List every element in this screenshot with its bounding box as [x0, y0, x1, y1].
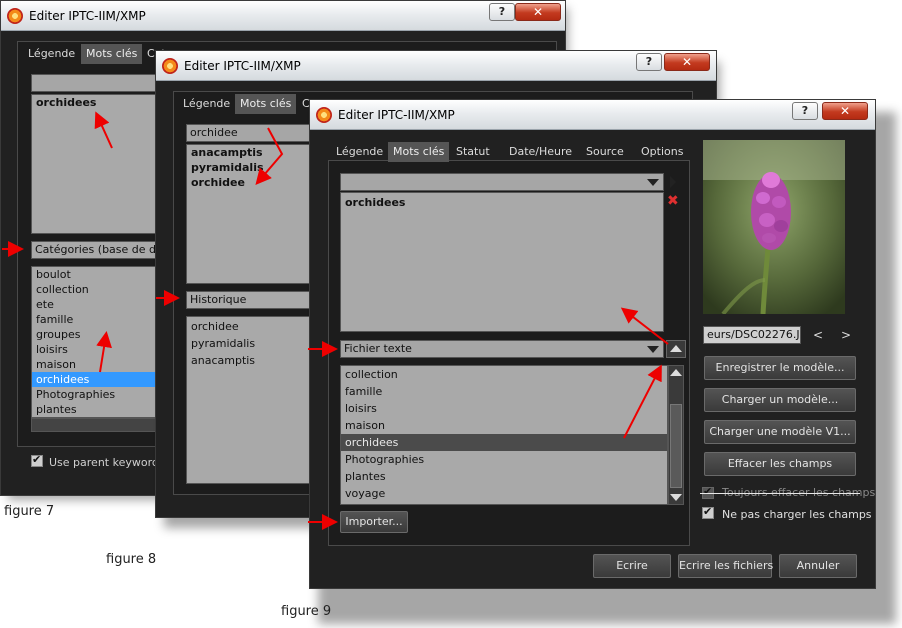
- list-item[interactable]: collection: [341, 366, 667, 383]
- help-button[interactable]: ?: [792, 102, 818, 120]
- chevron-down-icon: [647, 179, 659, 186]
- import-button[interactable]: Importer...: [340, 511, 408, 533]
- app-icon: [316, 107, 332, 123]
- list-item[interactable]: plantes: [32, 402, 156, 417]
- tab-legende[interactable]: Légende: [331, 142, 388, 162]
- list-item[interactable]: collection: [32, 282, 156, 297]
- window-9-titlebar[interactable]: Editer IPTC-IIM/XMP ? ✕: [310, 100, 875, 130]
- keyword-input[interactable]: orchidee: [186, 124, 311, 142]
- tab-source[interactable]: Source: [581, 142, 629, 162]
- list-item[interactable]: anacamptis: [187, 353, 310, 368]
- list-item[interactable]: orchidee: [187, 319, 310, 334]
- orchid-photo: [703, 140, 845, 314]
- list-item[interactable]: orchidee: [187, 175, 310, 190]
- tab-mots-cles[interactable]: Mots clés: [235, 94, 297, 114]
- app-icon: [7, 8, 23, 24]
- list-item[interactable]: anacamptis: [187, 145, 310, 160]
- list-item[interactable]: pyramidalis: [187, 336, 310, 351]
- close-button[interactable]: ✕: [822, 102, 868, 120]
- source-combo[interactable]: Fichier texte: [340, 340, 664, 358]
- figure-7-caption: figure 7: [4, 504, 55, 519]
- next-button[interactable]: >: [841, 328, 851, 342]
- list-item[interactable]: groupes: [32, 327, 156, 342]
- list-item[interactable]: ete: [32, 297, 156, 312]
- history-list[interactable]: orchidee pyramidalis anacamptis: [186, 316, 311, 484]
- horizontal-scrollbar[interactable]: [31, 418, 157, 432]
- list-item[interactable]: orchidees: [341, 195, 663, 210]
- keyword-list[interactable]: orchidees: [340, 192, 664, 332]
- figure-9-caption: figure 9: [281, 604, 332, 619]
- tab-date-heure[interactable]: Date/Heure: [504, 142, 577, 162]
- vertical-scrollbar[interactable]: [668, 365, 684, 505]
- list-item[interactable]: orchidees: [32, 95, 156, 110]
- list-item[interactable]: pyramidalis: [187, 160, 310, 175]
- list-item[interactable]: loisirs: [32, 342, 156, 357]
- help-button[interactable]: ?: [636, 53, 662, 71]
- window-8-titlebar[interactable]: Editer IPTC-IIM/XMP ? ✕: [156, 51, 716, 81]
- list-item[interactable]: loisirs: [341, 400, 667, 417]
- window-figure-9: Editer IPTC-IIM/XMP ? ✕ Légende Mots clé…: [309, 99, 876, 589]
- window-title: Editer IPTC-IIM/XMP: [338, 108, 455, 122]
- expand-up-button[interactable]: [666, 340, 686, 358]
- previous-button[interactable]: <: [813, 328, 823, 342]
- tab-mots-cles[interactable]: Mots clés: [388, 142, 450, 162]
- list-item[interactable]: maison: [32, 357, 156, 372]
- write-button[interactable]: Ecrire: [593, 554, 671, 578]
- tab-legende[interactable]: Légende: [23, 44, 80, 64]
- keyword-combo[interactable]: [31, 74, 157, 92]
- tab-mots-cles[interactable]: Mots clés: [81, 44, 143, 64]
- list-item[interactable]: Photographies: [32, 387, 156, 402]
- use-parent-label: Use parent keywords: [49, 456, 165, 469]
- category-list[interactable]: boulot collection ete famille groupes lo…: [31, 266, 157, 418]
- tab-statut[interactable]: Statut: [451, 142, 495, 162]
- help-button[interactable]: ?: [489, 3, 515, 21]
- window-title: Editer IPTC-IIM/XMP: [184, 59, 301, 73]
- scroll-thumb[interactable]: [670, 404, 682, 488]
- load-model-button[interactable]: Charger un modèle...: [704, 388, 856, 412]
- app-icon: [162, 58, 178, 74]
- close-button[interactable]: ✕: [515, 3, 561, 21]
- delete-icon[interactable]: ✖: [667, 193, 679, 209]
- no-load-label: Ne pas charger les champs: [722, 508, 872, 521]
- chevron-down-icon: [647, 346, 659, 353]
- cancel-button[interactable]: Annuler: [779, 554, 857, 578]
- use-parent-checkbox[interactable]: [31, 453, 43, 467]
- window-title: Editer IPTC-IIM/XMP: [29, 9, 146, 23]
- keyword-list[interactable]: orchidees: [31, 94, 157, 234]
- list-item[interactable]: plantes: [341, 468, 667, 485]
- list-item[interactable]: Photographies: [341, 451, 667, 468]
- expand-right-icon[interactable]: [670, 176, 676, 188]
- window-7-titlebar[interactable]: Editer IPTC-IIM/XMP ? ✕: [1, 1, 565, 31]
- list-item[interactable]: famille: [341, 383, 667, 400]
- write-files-button[interactable]: Ecrire les fichiers: [678, 554, 773, 578]
- keyword-combo[interactable]: [340, 173, 664, 191]
- no-load-checkbox[interactable]: [702, 505, 714, 519]
- screenshot-stage: Editer IPTC-IIM/XMP ? ✕ Légende Mots clé…: [0, 0, 902, 628]
- list-item[interactable]: maison: [341, 417, 667, 434]
- file-list[interactable]: collection famille loisirs maison orchid…: [340, 365, 668, 505]
- tab-options[interactable]: Options: [636, 142, 688, 162]
- strike-line: [700, 493, 860, 494]
- list-item-selected[interactable]: orchidees: [341, 434, 667, 451]
- scroll-up-icon[interactable]: [670, 369, 682, 376]
- list-item[interactable]: voyage: [341, 485, 667, 502]
- chevron-up-icon: [670, 345, 682, 352]
- history-combo[interactable]: Historique: [186, 291, 311, 309]
- photo-preview: [703, 140, 845, 314]
- clear-fields-button[interactable]: Effacer les champs: [704, 452, 856, 476]
- source-combo-text: Fichier texte: [344, 342, 412, 355]
- list-item[interactable]: boulot: [32, 267, 156, 282]
- list-item-selected[interactable]: orchidees: [32, 372, 156, 387]
- scroll-down-icon[interactable]: [670, 494, 682, 501]
- categories-combo[interactable]: Catégories (base de donn: [31, 241, 157, 259]
- load-model-v1-button[interactable]: Charger une modèle V1...: [704, 420, 856, 444]
- save-model-button[interactable]: Enregistrer le modèle...: [704, 356, 856, 380]
- filename-field[interactable]: eurs/DSC02276.JPG: [703, 326, 801, 344]
- tab-legende[interactable]: Légende: [178, 94, 235, 114]
- close-button[interactable]: ✕: [664, 53, 710, 71]
- keyword-list[interactable]: anacamptis pyramidalis orchidee: [186, 144, 311, 284]
- list-item[interactable]: famille: [32, 312, 156, 327]
- figure-8-caption: figure 8: [106, 552, 157, 567]
